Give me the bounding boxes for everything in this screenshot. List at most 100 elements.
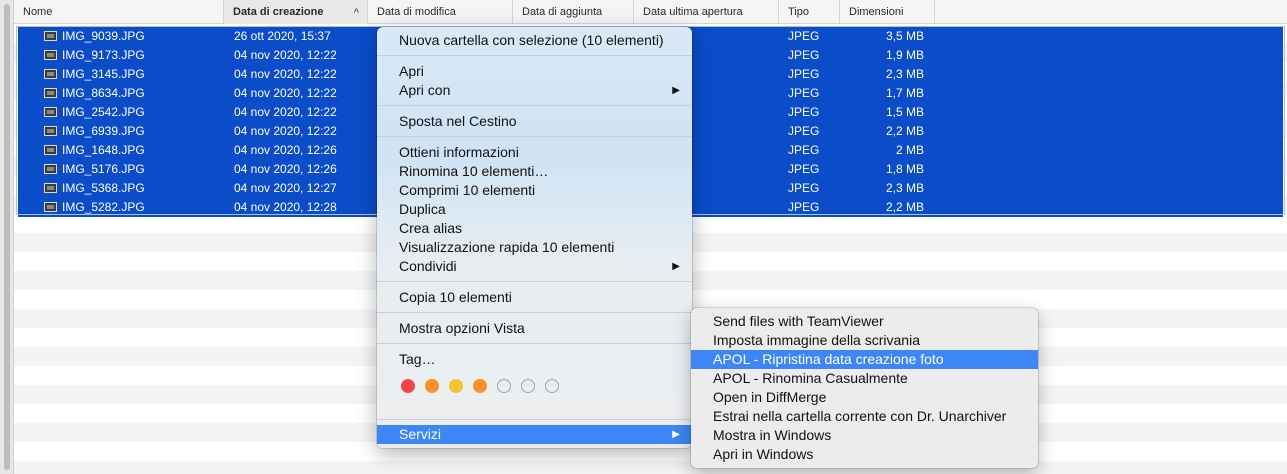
menu-item-quick-look[interactable]: Visualizzazione rapida 10 elementi bbox=[377, 238, 692, 257]
service-item[interactable]: Open in DiffMerge bbox=[691, 388, 1038, 407]
menu-item-get-info[interactable]: Ottieni informazioni bbox=[377, 143, 692, 162]
tag-empty-dot[interactable] bbox=[545, 379, 559, 393]
column-header-name-label: Nome bbox=[23, 6, 53, 18]
file-size: 1,8 MB bbox=[885, 162, 924, 176]
menu-separator bbox=[377, 419, 692, 420]
tag-empty-dot[interactable] bbox=[521, 379, 535, 393]
service-item[interactable]: Send files with TeamViewer bbox=[691, 312, 1038, 331]
menu-item-label: Visualizzazione rapida 10 elementi bbox=[399, 239, 615, 255]
column-header-last-opened[interactable]: Data ultima apertura bbox=[634, 0, 779, 24]
tag-red-dot[interactable] bbox=[401, 379, 415, 393]
image-thumbnail-icon bbox=[44, 50, 57, 60]
menu-item-label: Sposta nel Cestino bbox=[399, 113, 517, 129]
file-name: IMG_5176.JPG bbox=[62, 162, 145, 176]
services-submenu: Send files with TeamViewer Imposta immag… bbox=[691, 308, 1038, 468]
image-thumbnail-icon bbox=[44, 183, 57, 193]
column-header-created[interactable]: Data di creazione ^ bbox=[224, 0, 368, 24]
file-type: JPEG bbox=[788, 181, 820, 195]
menu-item-label: Mostra opzioni Vista bbox=[399, 320, 525, 336]
service-item[interactable]: Mostra in Windows bbox=[691, 426, 1038, 445]
file-name: IMG_8634.JPG bbox=[62, 86, 145, 100]
menu-item-label: Crea alias bbox=[399, 220, 463, 236]
menu-item-services[interactable]: Servizi ▶ bbox=[377, 425, 692, 444]
service-item[interactable]: Apri in Windows bbox=[691, 445, 1038, 464]
file-name: IMG_6939.JPG bbox=[62, 124, 145, 138]
menu-item-view-options[interactable]: Mostra opzioni Vista bbox=[377, 319, 692, 338]
column-header-bar: Nome Data di creazione ^ Data di modifica… bbox=[14, 0, 1287, 24]
service-item-label: Send files with TeamViewer bbox=[713, 313, 884, 329]
context-menu: Nuova cartella con selezione (10 element… bbox=[377, 27, 692, 448]
column-header-modified[interactable]: Data di modifica bbox=[368, 0, 513, 24]
file-created: 04 nov 2020, 12:26 bbox=[234, 143, 337, 157]
file-created: 04 nov 2020, 12:22 bbox=[234, 105, 337, 119]
service-item-label: Apri in Windows bbox=[713, 446, 814, 462]
service-item-label: APOL - Rinomina Casualmente bbox=[713, 370, 908, 386]
file-name: IMG_5368.JPG bbox=[62, 181, 145, 195]
menu-item-compress[interactable]: Comprimi 10 elementi bbox=[377, 181, 692, 200]
image-thumbnail-icon bbox=[44, 31, 57, 41]
image-thumbnail-icon bbox=[44, 145, 57, 155]
menu-separator bbox=[377, 136, 692, 137]
column-header-added[interactable]: Data di aggiunta bbox=[513, 0, 634, 24]
file-type: JPEG bbox=[788, 124, 820, 138]
vertical-scrollbar[interactable] bbox=[4, 4, 10, 470]
file-type: JPEG bbox=[788, 86, 820, 100]
service-item[interactable]: Estrai nella cartella corrente con Dr. U… bbox=[691, 407, 1038, 426]
menu-item-open-with[interactable]: Apri con ▶ bbox=[377, 81, 692, 100]
service-item-label: Open in DiffMerge bbox=[713, 389, 827, 405]
tag-empty-dot[interactable] bbox=[497, 379, 511, 393]
service-item[interactable]: Imposta immagine della scrivania bbox=[691, 331, 1038, 350]
menu-item-label: Nuova cartella con selezione (10 element… bbox=[399, 32, 664, 48]
menu-item-label: Ottieni informazioni bbox=[399, 144, 519, 160]
menu-separator bbox=[377, 343, 692, 344]
file-type: JPEG bbox=[788, 67, 820, 81]
file-created: 04 nov 2020, 12:27 bbox=[234, 181, 337, 195]
file-created: 04 nov 2020, 12:28 bbox=[234, 200, 337, 214]
column-header-added-label: Data di aggiunta bbox=[522, 6, 603, 18]
file-type: JPEG bbox=[788, 29, 820, 43]
file-size: 1,7 MB bbox=[885, 86, 924, 100]
file-size: 2,3 MB bbox=[885, 67, 924, 81]
menu-item-new-folder-with-selection[interactable]: Nuova cartella con selezione (10 element… bbox=[377, 31, 692, 50]
file-size: 3,5 MB bbox=[885, 29, 924, 43]
tag-orange-dot[interactable] bbox=[425, 379, 439, 393]
menu-item-label: Apri bbox=[399, 63, 424, 79]
sidebar-edge bbox=[0, 0, 14, 474]
menu-item-move-to-trash[interactable]: Sposta nel Cestino bbox=[377, 112, 692, 131]
column-header-last-opened-label: Data ultima apertura bbox=[643, 6, 743, 18]
column-header-type[interactable]: Tipo bbox=[779, 0, 840, 24]
column-header-size[interactable]: Dimensioni bbox=[840, 0, 935, 24]
menu-item-label: Copia 10 elementi bbox=[399, 289, 512, 305]
service-item[interactable]: APOL - Rinomina Casualmente bbox=[691, 369, 1038, 388]
menu-separator bbox=[377, 55, 692, 56]
menu-item-copy[interactable]: Copia 10 elementi bbox=[377, 288, 692, 307]
menu-separator bbox=[377, 281, 692, 282]
menu-item-label: Tag… bbox=[399, 351, 436, 367]
menu-item-make-alias[interactable]: Crea alias bbox=[377, 219, 692, 238]
menu-item-tags[interactable]: Tag… bbox=[377, 350, 692, 369]
image-thumbnail-icon bbox=[44, 107, 57, 117]
image-thumbnail-icon bbox=[44, 202, 57, 212]
file-name: IMG_9173.JPG bbox=[62, 48, 145, 62]
menu-item-label: Condividi bbox=[399, 258, 457, 274]
tag-orange-dot[interactable] bbox=[473, 379, 487, 393]
file-created: 04 nov 2020, 12:26 bbox=[234, 162, 337, 176]
empty-row bbox=[14, 461, 1287, 474]
menu-item-duplicate[interactable]: Duplica bbox=[377, 200, 692, 219]
menu-item-rename[interactable]: Rinomina 10 elementi… bbox=[377, 162, 692, 181]
service-item-highlighted[interactable]: APOL - Ripristina data creazione foto bbox=[691, 350, 1038, 369]
file-type: JPEG bbox=[788, 200, 820, 214]
column-header-type-label: Tipo bbox=[788, 6, 809, 18]
column-header-name[interactable]: Nome bbox=[14, 0, 224, 24]
menu-item-share[interactable]: Condividi ▶ bbox=[377, 257, 692, 276]
file-size: 2,2 MB bbox=[885, 200, 924, 214]
sort-ascending-icon: ^ bbox=[353, 7, 359, 17]
menu-item-label: Rinomina 10 elementi… bbox=[399, 163, 549, 179]
service-item-label: Imposta immagine della scrivania bbox=[713, 332, 920, 348]
submenu-arrow-icon: ▶ bbox=[672, 261, 680, 272]
menu-item-open[interactable]: Apri bbox=[377, 62, 692, 81]
tag-yellow-dot[interactable] bbox=[449, 379, 463, 393]
file-size: 2,2 MB bbox=[885, 124, 924, 138]
menu-item-label: Duplica bbox=[399, 201, 446, 217]
column-header-created-label: Data di creazione bbox=[233, 6, 324, 18]
